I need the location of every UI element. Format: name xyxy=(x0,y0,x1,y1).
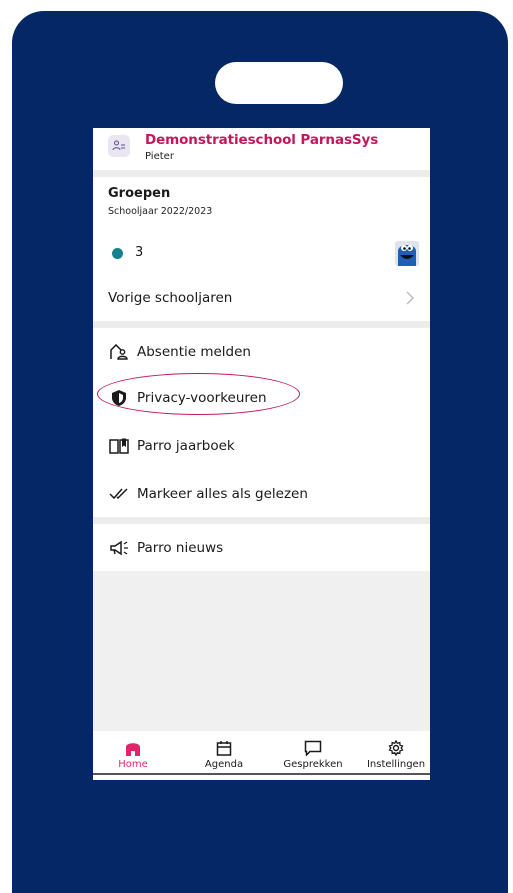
phone-notch xyxy=(215,62,343,104)
previous-years-label: Vorige schooljaren xyxy=(108,290,233,306)
section-divider xyxy=(93,517,430,524)
double-check-icon xyxy=(108,485,130,503)
school-year: Schooljaar 2022/2023 xyxy=(108,206,213,217)
tab-label: Gesprekken xyxy=(283,759,343,770)
school-name: Demonstratieschool ParnasSys xyxy=(145,132,379,148)
school-header[interactable]: Demonstratieschool ParnasSys Pieter xyxy=(93,128,430,170)
user-name: Pieter xyxy=(145,151,174,162)
book-icon xyxy=(108,437,130,455)
mark-read-menu-item[interactable]: Markeer alles als gelezen xyxy=(93,479,430,509)
tab-label: Home xyxy=(118,759,148,770)
news-label: Parro nieuws xyxy=(137,540,224,556)
calendar-icon xyxy=(216,739,232,757)
previous-years-row[interactable]: Vorige schooljaren xyxy=(93,283,430,313)
home-icon xyxy=(125,739,141,757)
chevron-right-icon xyxy=(405,290,415,310)
app-screen: Demonstratieschool ParnasSys Pieter Groe… xyxy=(93,128,430,780)
group-count: 3 xyxy=(135,245,144,260)
tab-bar-underline xyxy=(93,773,430,775)
absence-label: Absentie melden xyxy=(137,344,251,360)
user-switch-icon xyxy=(108,135,130,157)
group-item[interactable]: 3 xyxy=(93,238,430,272)
tab-label: Agenda xyxy=(204,759,244,770)
absence-icon xyxy=(108,343,130,361)
news-menu-item[interactable]: Parro nieuws xyxy=(93,533,430,563)
group-status-dot xyxy=(112,248,123,259)
chat-icon xyxy=(304,739,322,757)
tab-label: Instellingen xyxy=(366,759,426,770)
gear-icon xyxy=(388,739,404,757)
megaphone-icon xyxy=(108,539,130,557)
yearbook-label: Parro jaarboek xyxy=(137,438,235,454)
groups-title: Groepen xyxy=(108,186,171,201)
privacy-highlight-circle xyxy=(97,373,300,415)
section-divider xyxy=(93,170,430,177)
empty-content-area xyxy=(93,571,430,731)
section-divider xyxy=(93,321,430,328)
absence-menu-item[interactable]: Absentie melden xyxy=(93,337,430,367)
mark-read-label: Markeer alles als gelezen xyxy=(137,486,308,502)
yearbook-menu-item[interactable]: Parro jaarboek xyxy=(93,431,430,461)
group-avatar xyxy=(395,241,419,266)
